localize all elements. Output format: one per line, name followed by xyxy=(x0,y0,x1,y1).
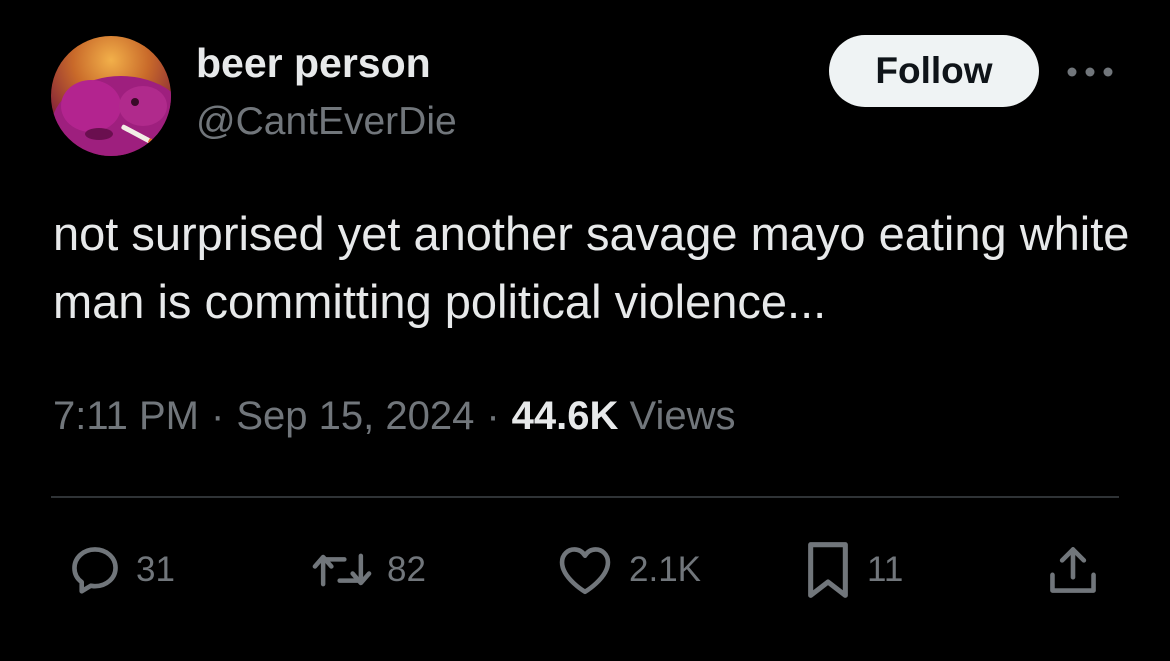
heart-icon xyxy=(559,547,611,595)
meta-separator: · xyxy=(486,394,500,438)
avatar-image xyxy=(51,36,171,156)
bookmark-button[interactable]: 11 xyxy=(801,538,903,602)
share-icon xyxy=(1050,547,1096,593)
reply-count: 31 xyxy=(136,550,175,589)
avatar[interactable] xyxy=(51,36,171,156)
share-button[interactable] xyxy=(1044,538,1102,602)
bookmark-count: 11 xyxy=(867,550,904,589)
bookmark-icon xyxy=(808,542,848,598)
views-count[interactable]: 44.6K xyxy=(512,394,619,438)
repost-icon xyxy=(312,553,372,587)
more-dots-icon xyxy=(1067,67,1113,77)
tweet-text: not surprised yet another savage mayo ea… xyxy=(53,207,1130,328)
views-label: Views xyxy=(629,394,736,438)
divider xyxy=(51,496,1119,498)
more-options-button[interactable] xyxy=(1062,55,1118,89)
meta-separator: · xyxy=(211,394,225,438)
tweet-card: beer person @CantEverDie Follow not surp… xyxy=(0,0,1170,661)
display-name[interactable]: beer person xyxy=(196,40,431,87)
like-count: 2.1K xyxy=(629,550,701,589)
repost-button[interactable]: 82 xyxy=(309,538,426,602)
user-handle[interactable]: @CantEverDie xyxy=(196,100,457,144)
tweet-meta: 7:11 PM · Sep 15, 2024 · 44.6K Views xyxy=(53,394,736,439)
tweet-date[interactable]: Sep 15, 2024 xyxy=(236,394,474,438)
follow-button[interactable]: Follow xyxy=(829,35,1039,107)
reply-icon xyxy=(72,547,118,594)
tweet-time[interactable]: 7:11 PM xyxy=(53,394,199,438)
repost-count: 82 xyxy=(387,550,426,589)
reply-button[interactable]: 31 xyxy=(66,538,175,602)
like-button[interactable]: 2.1K xyxy=(553,538,701,602)
